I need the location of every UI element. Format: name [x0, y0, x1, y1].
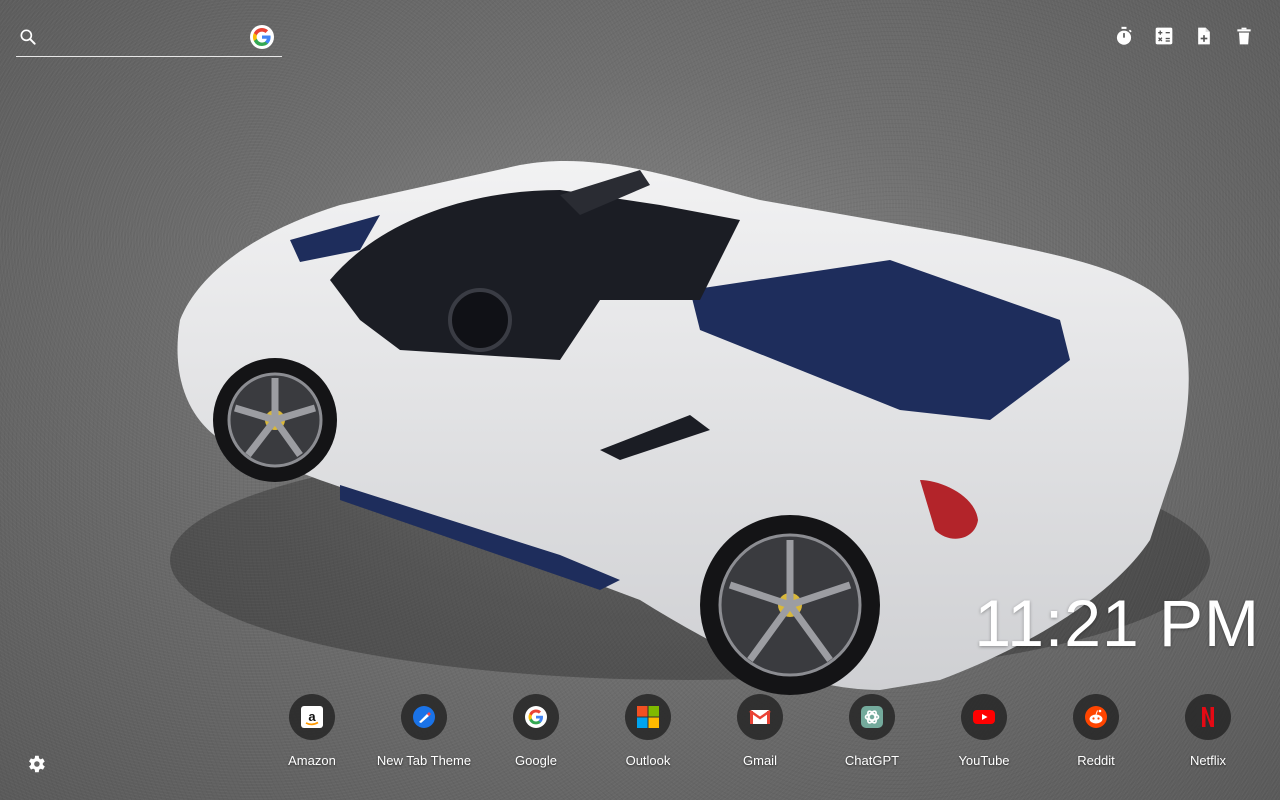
amazon-icon: a	[300, 705, 324, 729]
search-icon	[20, 29, 36, 45]
netflix-icon	[1196, 705, 1220, 729]
shortcut-netflix[interactable]: Netflix	[1152, 694, 1264, 768]
shortcut-label: Amazon	[288, 753, 336, 768]
google-icon	[524, 705, 548, 729]
outlook-icon	[636, 705, 660, 729]
calculator-icon[interactable]	[1154, 26, 1174, 46]
shortcut-youtube[interactable]: YouTube	[928, 694, 1040, 768]
shortcut-reddit[interactable]: Reddit	[1040, 694, 1152, 768]
shortcut-icon-circle: a	[289, 694, 335, 740]
shortcut-bar: a Amazon New Tab Theme Google Outlook Gm…	[256, 694, 1264, 768]
youtube-icon	[972, 705, 996, 729]
shortcut-icon-circle	[737, 694, 783, 740]
google-icon[interactable]	[250, 25, 274, 49]
shortcut-gmail[interactable]: Gmail	[704, 694, 816, 768]
chatgpt-icon	[860, 705, 884, 729]
shortcut-amazon[interactable]: a Amazon	[256, 694, 368, 768]
shortcut-label: New Tab Theme	[376, 753, 472, 768]
shortcut-new-tab-theme[interactable]: New Tab Theme	[368, 694, 480, 768]
add-note-icon[interactable]	[1194, 26, 1214, 46]
shortcut-google[interactable]: Google	[480, 694, 592, 768]
reddit-icon	[1084, 705, 1108, 729]
search-bar[interactable]	[16, 22, 282, 57]
shortcut-icon-circle	[1185, 694, 1231, 740]
shortcut-label: Gmail	[743, 753, 777, 768]
shortcut-label: YouTube	[958, 753, 1010, 768]
shortcut-icon-circle	[1073, 694, 1119, 740]
shortcut-label: Netflix	[1189, 753, 1227, 768]
clock-time: 11:21 PM	[974, 586, 1260, 660]
shortcut-label: Outlook	[625, 753, 671, 768]
shortcut-icon-circle	[961, 694, 1007, 740]
wallpaper-car-image	[170, 160, 1210, 695]
shortcut-icon-circle	[625, 694, 671, 740]
new-tab-theme-icon	[412, 705, 436, 729]
toolbar	[1114, 26, 1254, 46]
shortcut-icon-circle	[513, 694, 559, 740]
trash-icon[interactable]	[1234, 26, 1254, 46]
svg-text:a: a	[308, 709, 316, 724]
shortcut-label: ChatGPT	[844, 753, 900, 768]
shortcut-icon-circle	[849, 694, 895, 740]
shortcut-chatgpt[interactable]: ChatGPT	[816, 694, 928, 768]
gear-icon[interactable]	[25, 753, 47, 775]
search-input[interactable]	[50, 26, 254, 52]
shortcut-icon-circle	[401, 694, 447, 740]
shortcut-label: Reddit	[1077, 753, 1115, 768]
shortcut-outlook[interactable]: Outlook	[592, 694, 704, 768]
shortcut-label: Google	[515, 753, 557, 768]
gmail-icon	[748, 705, 772, 729]
timer-icon[interactable]	[1114, 26, 1134, 46]
